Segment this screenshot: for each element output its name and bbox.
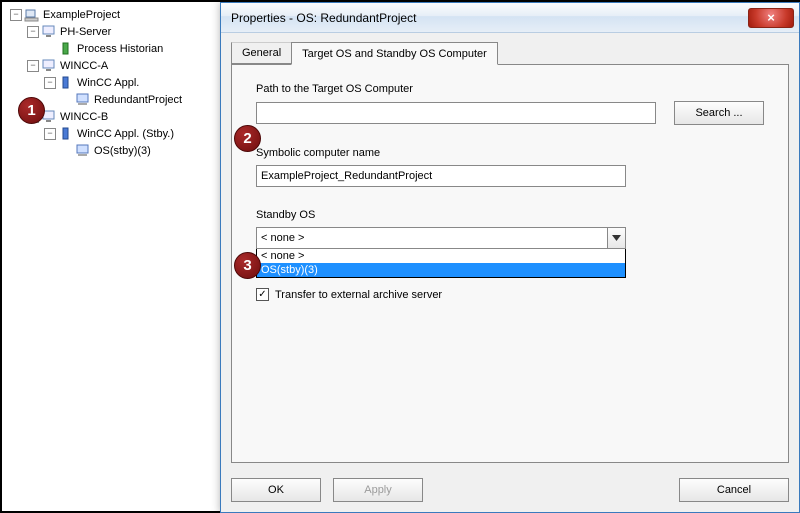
project-icon [24,7,40,23]
expand-icon[interactable]: − [10,9,22,21]
tree-root[interactable]: − ExampleProject [10,6,215,23]
tree-label: WinCC Appl. [77,77,139,89]
close-button[interactable]: × [748,8,794,28]
os-icon [75,143,91,159]
tab-general[interactable]: General [231,42,292,64]
tree-label: WinCC Appl. (Stby.) [77,128,174,140]
symbolic-name-input[interactable] [256,165,626,187]
tree-label: OS(stby)(3) [94,145,151,157]
expand-icon[interactable]: − [27,26,39,38]
transfer-label: Transfer to external archive server [275,289,442,301]
checkbox-icon[interactable]: ✓ [256,288,269,301]
tree-label: RedundantProject [94,94,182,106]
tree-wincc-appl[interactable]: − WinCC Appl. [10,74,215,91]
app-icon [58,75,74,91]
tab-page-target: Path to the Target OS Computer Search ..… [231,65,789,463]
tree-label: WINCC-A [60,60,108,72]
expand-icon[interactable]: − [44,77,56,89]
callout-2: 2 [234,125,261,152]
tree-wincc-a[interactable]: − WINCC-A [10,57,215,74]
standby-option-osstby3[interactable]: OS(stby)(3) [257,263,625,277]
tree-label: WINCC-B [60,111,108,123]
server-icon [41,58,57,74]
path-input[interactable] [256,102,656,124]
tree-label: ExampleProject [43,9,120,21]
close-icon: × [767,10,775,25]
cancel-button[interactable]: Cancel [679,478,789,502]
tree-process-historian[interactable]: Process Historian [10,40,215,57]
tree-label: PH-Server [60,26,111,38]
transfer-checkbox-row[interactable]: ✓ Transfer to external archive server [256,288,764,301]
expand-icon[interactable]: − [27,60,39,72]
dialog-button-row: OK Apply Cancel [231,478,789,502]
tab-target-standby[interactable]: Target OS and Standby OS Computer [291,42,498,65]
standby-select[interactable]: < none > [256,227,626,249]
tree-wincc-appl-stby[interactable]: − WinCC Appl. (Stby.) [10,125,215,142]
label-symbolic: Symbolic computer name [256,147,764,159]
callout-3: 3 [234,252,261,279]
expand-icon[interactable]: − [44,128,56,140]
tree-ph-server[interactable]: − PH-Server [10,23,215,40]
label-standby: Standby OS [256,209,764,221]
standby-dropdown-list: < none > OS(stby)(3) [256,249,626,278]
dialog-titlebar[interactable]: Properties - OS: RedundantProject × [221,3,799,33]
ok-button[interactable]: OK [231,478,321,502]
callout-1: 1 [18,97,45,124]
project-tree: − ExampleProject − PH-Server Process His… [10,6,215,159]
chevron-down-icon [607,228,625,248]
server-icon [41,24,57,40]
os-icon [75,92,91,108]
app-icon [58,126,74,142]
database-icon [58,41,74,57]
label-path: Path to the Target OS Computer [256,83,764,95]
properties-dialog: Properties - OS: RedundantProject × Gene… [220,2,800,513]
tree-os-stby3[interactable]: OS(stby)(3) [10,142,215,159]
tree-label: Process Historian [77,43,163,55]
search-button[interactable]: Search ... [674,101,764,125]
standby-option-none[interactable]: < none > [257,249,625,263]
apply-button: Apply [333,478,423,502]
dialog-title: Properties - OS: RedundantProject [231,11,416,25]
tab-strip: General Target OS and Standby OS Compute… [231,41,789,65]
standby-selected-value: < none > [261,232,304,244]
